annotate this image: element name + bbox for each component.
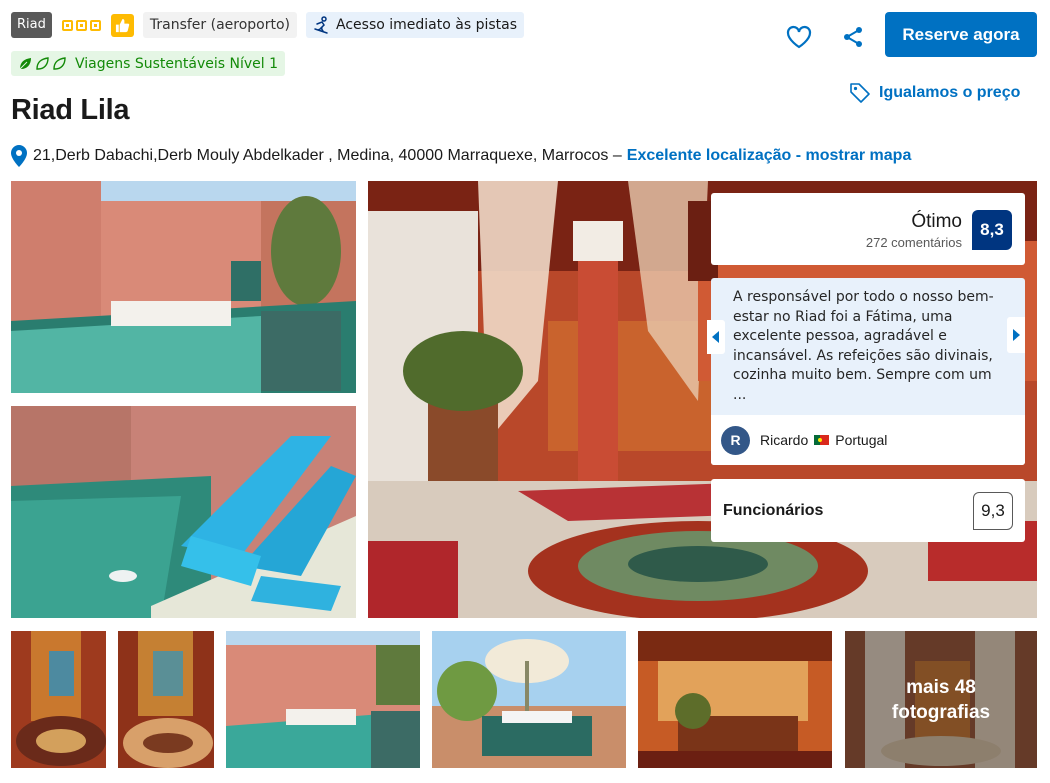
review-count: 272 comentários bbox=[865, 235, 962, 250]
leaf-icon bbox=[19, 57, 31, 69]
leaf-icon bbox=[53, 56, 66, 70]
star-icon bbox=[75, 19, 87, 31]
skier-icon bbox=[314, 16, 328, 34]
thumbs-up-icon[interactable] bbox=[110, 13, 134, 37]
ski-access-chip: Acesso imediato às pistas bbox=[306, 12, 525, 38]
price-match-link[interactable]: Igualamos o preço bbox=[849, 80, 1020, 106]
badge-row: Riad Transfer (aeroporto) Acesso imediat… bbox=[11, 12, 525, 38]
reserve-now-button[interactable]: Reserve agora bbox=[885, 12, 1037, 57]
sustainability-badge[interactable]: Viagens Sustentáveis Nível 1 bbox=[11, 51, 285, 76]
price-tag-icon bbox=[850, 83, 870, 103]
previous-review-button[interactable] bbox=[707, 320, 725, 354]
author-name: Ricardo bbox=[760, 432, 809, 448]
photo-pool-loungers[interactable] bbox=[11, 406, 356, 618]
portugal-flag-icon bbox=[814, 435, 830, 445]
leaf-icon bbox=[36, 56, 49, 70]
transfer-chip: Transfer (aeroporto) bbox=[142, 12, 298, 38]
thumbnail-photo[interactable] bbox=[638, 631, 832, 768]
thumbnail-photo[interactable] bbox=[118, 631, 214, 768]
thumbnail-photo[interactable] bbox=[11, 631, 106, 768]
show-map-link[interactable]: Excelente localização - mostrar mapa bbox=[627, 147, 912, 165]
save-heart-button[interactable] bbox=[785, 23, 813, 51]
star-rating bbox=[61, 19, 101, 31]
hotel-title: Riad Lila bbox=[11, 94, 130, 126]
address-row: 21,Derb Dabachi,Derb Mouly Abdelkader , … bbox=[11, 143, 911, 169]
avatar: R bbox=[721, 425, 750, 455]
property-type-badge: Riad bbox=[11, 12, 52, 38]
review-text: A responsável por todo o nosso bem-estar… bbox=[733, 289, 994, 403]
thumbnail-more-photos[interactable]: mais 48 fotografias bbox=[845, 631, 1037, 768]
chevron-right-icon bbox=[1013, 329, 1020, 341]
share-button[interactable] bbox=[841, 25, 865, 49]
category-score: 9,3 bbox=[973, 491, 1013, 530]
review-author: R Ricardo Portugal bbox=[711, 415, 1025, 465]
author-country: Portugal bbox=[835, 432, 888, 448]
more-photos-label: mais 48 fotografias bbox=[845, 631, 1037, 768]
next-review-button[interactable] bbox=[1007, 317, 1025, 353]
staff-score-card[interactable]: Funcionários 9,3 bbox=[711, 479, 1025, 542]
share-icon bbox=[844, 27, 862, 47]
photo-plunge-pool[interactable] bbox=[11, 181, 356, 393]
star-icon bbox=[89, 19, 101, 31]
map-pin-icon bbox=[11, 145, 27, 167]
address-text: 21,Derb Dabachi,Derb Mouly Abdelkader , … bbox=[33, 147, 622, 164]
star-icon bbox=[61, 19, 73, 31]
chevron-left-icon bbox=[712, 331, 719, 343]
ski-access-label: Acesso imediato às pistas bbox=[336, 17, 518, 33]
featured-review-card: A responsável por todo o nosso bem-estar… bbox=[711, 278, 1025, 465]
score-word: Ótimo bbox=[911, 211, 962, 232]
sustainability-label: Viagens Sustentáveis Nível 1 bbox=[75, 55, 278, 72]
score-badge: 8,3 bbox=[972, 210, 1012, 250]
thumbnail-photo[interactable] bbox=[432, 631, 626, 768]
category-label: Funcionários bbox=[723, 501, 824, 519]
review-score-card[interactable]: Ótimo 272 comentários 8,3 bbox=[711, 193, 1025, 265]
price-match-label: Igualamos o preço bbox=[879, 84, 1021, 101]
heart-icon bbox=[786, 25, 812, 49]
thumbnail-photo[interactable] bbox=[226, 631, 420, 768]
